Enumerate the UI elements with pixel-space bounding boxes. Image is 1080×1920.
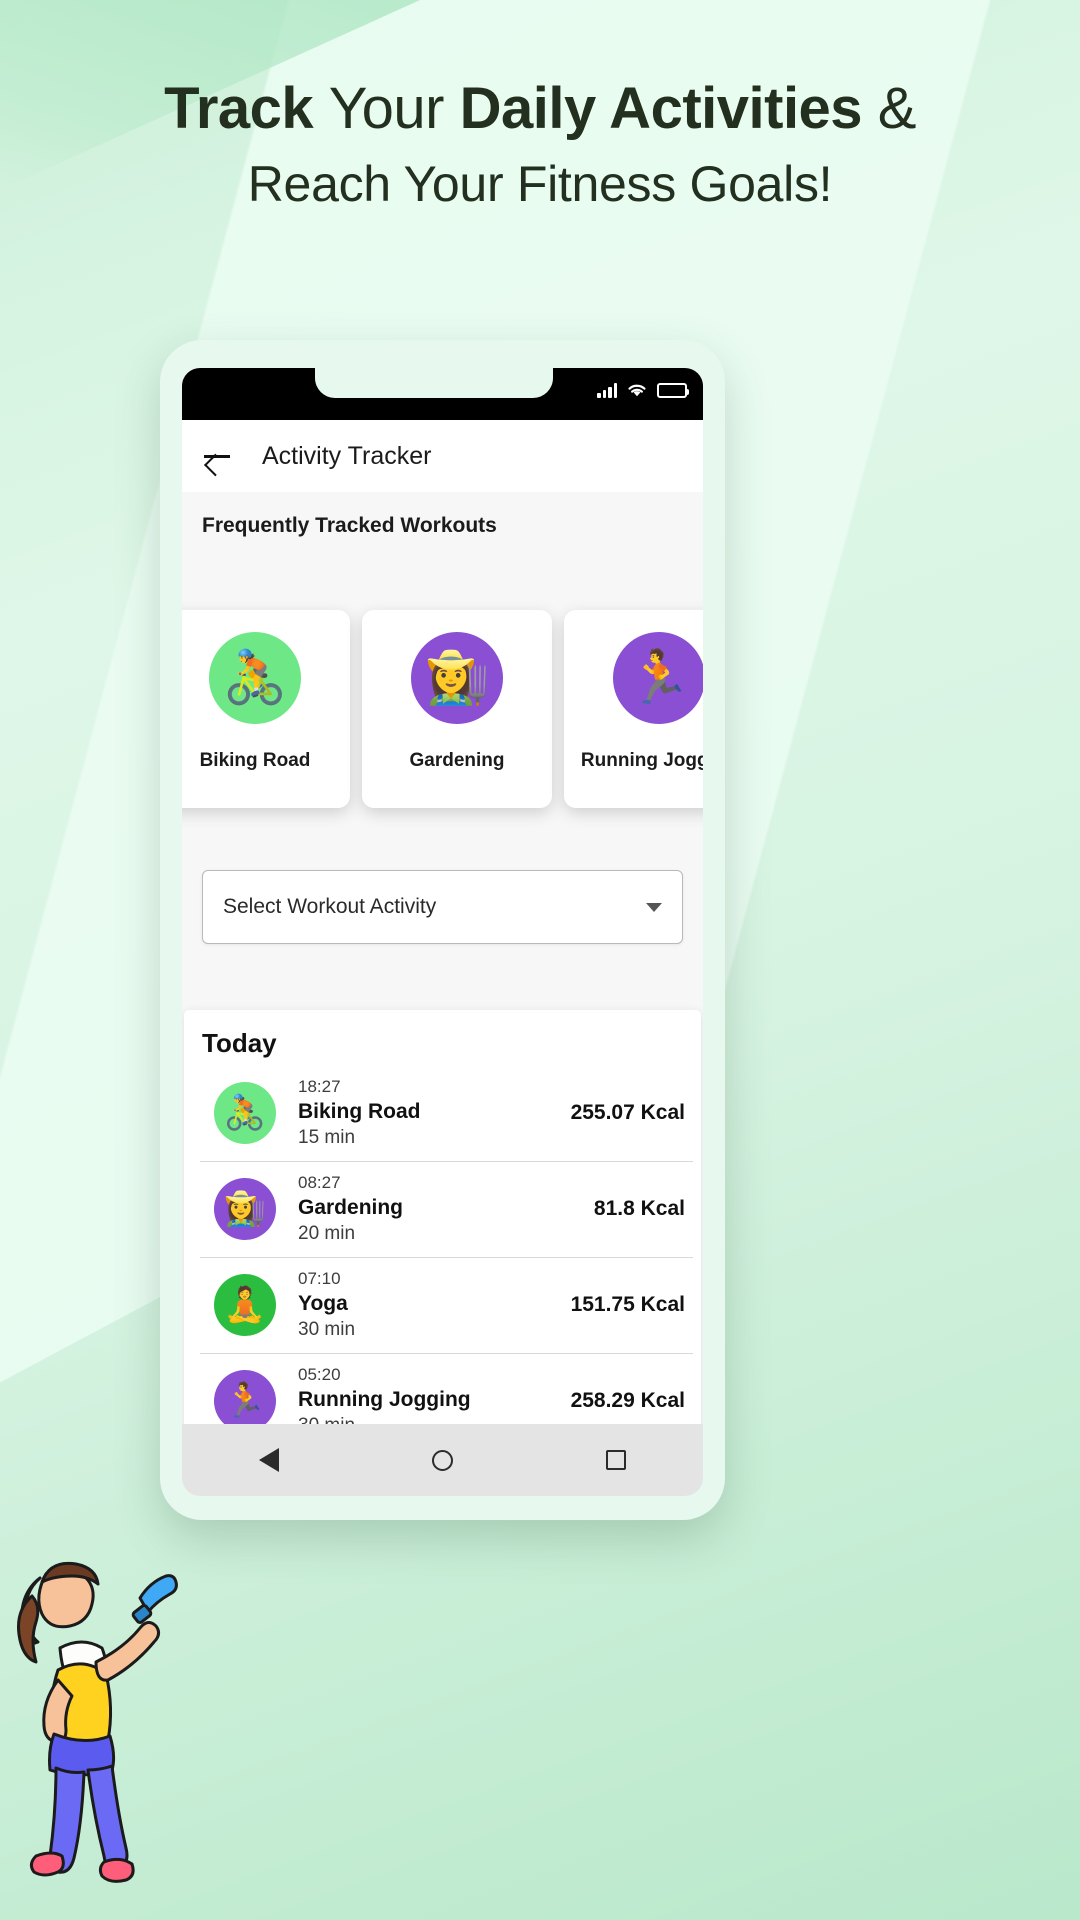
- workout-card-label: Running Jogging: [580, 750, 703, 771]
- page-title: Activity Tracker: [262, 441, 432, 470]
- battery-icon: [657, 383, 689, 398]
- signal-bars-icon: [597, 383, 617, 398]
- workout-card[interactable]: 🚴 Biking Road: [182, 610, 350, 808]
- activity-duration: 30 min: [298, 1319, 356, 1340]
- activity-duration: 20 min: [298, 1223, 356, 1244]
- nav-home-circle-icon[interactable]: [431, 1449, 453, 1471]
- activity-duration: 15 min: [298, 1127, 356, 1148]
- headline-word-your: Your: [328, 76, 460, 141]
- dropdown-value: Select Workout Activity: [223, 895, 437, 918]
- android-nav-bar: [182, 1424, 703, 1496]
- activity-name: Yoga: [298, 1292, 348, 1315]
- wifi-icon: [628, 384, 646, 397]
- activity-calories: 151.75 Kcal: [570, 1293, 685, 1316]
- phone-screen: Activity Tracker Frequently Tracked Work…: [182, 368, 703, 1496]
- running-jogging-icon: 🏃: [214, 1370, 276, 1432]
- headline-word-ampersand: &: [862, 76, 917, 141]
- gardening-icon: 👩‍🌾: [411, 632, 503, 724]
- chevron-down-icon[interactable]: [646, 902, 662, 912]
- app-bar: Activity Tracker: [182, 420, 703, 492]
- running-jogging-icon: 🏃: [613, 632, 703, 724]
- activity-time: 08:27: [298, 1173, 341, 1192]
- biking-road-icon: 🚴: [209, 632, 301, 724]
- today-heading: Today: [202, 1028, 277, 1058]
- phone-notch: [297, 368, 571, 398]
- phone-mockup: Activity Tracker Frequently Tracked Work…: [160, 340, 725, 1520]
- headline-line-2: Reach Your Fitness Goals!: [247, 156, 833, 213]
- activity-time: 05:20: [298, 1365, 341, 1384]
- activity-row[interactable]: 👩‍🌾 08:27 Gardening 20 min 81.8 Kcal: [184, 1161, 701, 1257]
- workout-card-label: Biking Road: [199, 750, 311, 771]
- woman-drinking-water-illustration: [17, 1561, 178, 1883]
- activity-name: Biking Road: [298, 1100, 421, 1123]
- frequent-workouts-row[interactable]: 🚴 Biking Road 👩‍🌾 Gardening 🏃 Running Jo…: [182, 610, 703, 808]
- activity-row[interactable]: 🚴 18:27 Biking Road 15 min 255.07 Kcal: [184, 1065, 701, 1161]
- workout-card[interactable]: 🏃 Running Jogging: [564, 610, 703, 808]
- frequent-workouts-heading: Frequently Tracked Workouts: [202, 514, 497, 537]
- select-workout-activity-dropdown[interactable]: Select Workout Activity: [202, 870, 683, 944]
- workout-card[interactable]: 👩‍🌾 Gardening: [362, 610, 552, 808]
- today-activities-card: Today 🚴 18:27 Biking Road 15 min 255.07 …: [184, 1010, 701, 1463]
- headline-word-daily-activities: Daily Activities: [459, 76, 863, 141]
- activity-name: Gardening: [298, 1196, 404, 1219]
- screen-content: Frequently Tracked Workouts 🚴 Biking Roa…: [182, 492, 703, 1496]
- status-bar: [182, 368, 703, 420]
- marketing-headline: Track Your Daily Activities & Reach Your…: [0, 72, 1080, 216]
- biking-road-icon: 🚴: [214, 1082, 276, 1144]
- gardening-icon: 👩‍🌾: [214, 1178, 276, 1240]
- activity-calories: 258.29 Kcal: [570, 1389, 685, 1412]
- back-arrow-icon[interactable]: [202, 441, 232, 471]
- headline-word-track: Track: [164, 76, 329, 141]
- headline-line-1: Track Your Daily Activities &: [0, 72, 1080, 146]
- yoga-icon: 🧘: [214, 1274, 276, 1336]
- activity-time: 18:27: [298, 1077, 341, 1096]
- nav-back-triangle-icon[interactable]: [258, 1448, 279, 1472]
- activity-calories: 255.07 Kcal: [570, 1101, 685, 1124]
- activity-time: 07:10: [298, 1269, 341, 1288]
- activity-row[interactable]: 🧘 07:10 Yoga 30 min 151.75 Kcal: [184, 1257, 701, 1353]
- activity-calories: 81.8 Kcal: [593, 1197, 685, 1220]
- activity-name: Running Jogging: [298, 1388, 471, 1411]
- workout-card-label: Gardening: [409, 750, 505, 771]
- nav-recents-square-icon[interactable]: [606, 1450, 627, 1470]
